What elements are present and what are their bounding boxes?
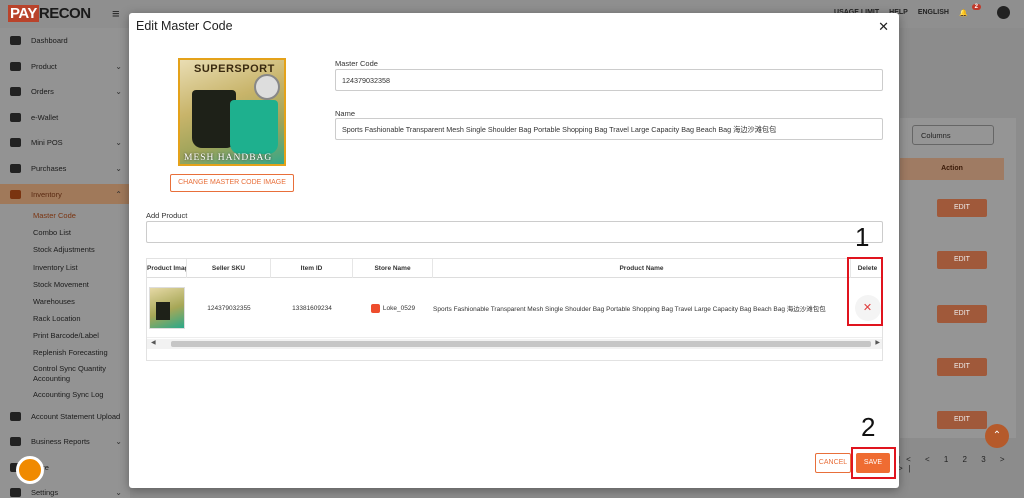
inventory-icon — [10, 189, 21, 199]
user-icon[interactable] — [997, 6, 1010, 19]
master-code-input[interactable]: 124379032358 — [335, 69, 883, 91]
dashboard-icon — [10, 35, 21, 45]
sidebar-sub-inventory-list[interactable]: Inventory List — [33, 263, 78, 272]
sidebar-item-account-statement[interactable]: Account Statement Upload — [0, 406, 130, 426]
sidebar-item-dashboard[interactable]: Dashboard — [0, 30, 130, 50]
row-product-image — [147, 278, 187, 338]
close-icon[interactable]: ✕ — [878, 19, 889, 35]
detail-circle — [254, 74, 280, 100]
sidebar-item-ewallet[interactable]: e-Wallet — [0, 107, 130, 127]
edit-button[interactable]: EDIT — [937, 305, 987, 323]
row-product-name: Sports Fashionable Transparent Mesh Sing… — [433, 306, 826, 313]
add-product-input[interactable] — [146, 221, 883, 243]
upload-icon — [10, 411, 21, 421]
columns-select[interactable]: Columns — [912, 125, 994, 145]
logo-pay: PAY — [8, 5, 39, 22]
sidebar-sub-master-code[interactable]: Master Code — [33, 211, 76, 220]
sidebar-item-mini-pos[interactable]: Mini POS ⌄ — [0, 132, 130, 152]
edit-button[interactable]: EDIT — [937, 358, 987, 376]
sidebar-item-inventory[interactable]: Inventory ⌃ — [0, 184, 130, 204]
master-code-label: Master Code — [335, 59, 378, 68]
sidebar-sub-print-barcode[interactable]: Print Barcode/Label — [33, 331, 99, 340]
horizontal-scrollbar[interactable]: ◀ ▶ — [147, 339, 882, 349]
chevron-up-icon: ⌃ — [115, 189, 122, 199]
col-seller-sku: Seller SKU — [187, 259, 271, 278]
sidebar-sub-stock-adjustments[interactable]: Stock Adjustments — [33, 245, 95, 254]
edit-button[interactable]: EDIT — [937, 251, 987, 269]
logo-recon: RECON — [38, 5, 91, 22]
logo[interactable]: PAY RECON — [8, 5, 91, 22]
notification-badge: 2 — [971, 3, 981, 10]
edit-master-code-modal: Edit Master Code ✕ SUPERSPORT MESH HANDB… — [129, 13, 899, 488]
scroll-left-icon[interactable]: ◀ — [151, 339, 156, 346]
scroll-right-icon[interactable]: ▶ — [875, 339, 880, 346]
sidebar-sub-combo-list[interactable]: Combo List — [33, 228, 71, 237]
chevron-down-icon: ⌄ — [115, 163, 122, 173]
messenger-icon[interactable] — [16, 456, 44, 484]
chevron-down-icon: ⌄ — [115, 487, 122, 497]
reports-icon — [10, 436, 21, 446]
language-select[interactable]: ENGLISH — [918, 9, 949, 16]
sidebar-item-product[interactable]: Product ⌄ — [0, 56, 130, 76]
orders-icon — [10, 86, 21, 96]
name-label: Name — [335, 109, 356, 118]
sidebar-sub-control-sync-quantity[interactable]: Control Sync Quantity — [33, 364, 106, 373]
edit-button[interactable]: EDIT — [937, 199, 987, 217]
col-store-name: Store Name — [353, 259, 433, 278]
sidebar-item-settings[interactable]: Settings ⌄ — [0, 482, 130, 498]
change-image-button[interactable]: CHANGE MASTER CODE IMAGE — [170, 174, 294, 192]
row-item-id: 13381609234 — [292, 304, 332, 312]
annotation-box-delete — [847, 257, 883, 326]
row-store-name: Loke_0529 — [353, 278, 433, 338]
hamburger-icon[interactable]: ≡ — [112, 6, 120, 21]
action-column-header: Action — [900, 158, 1004, 180]
table-row: 124379032355 13381609234 Loke_0529 Sport… — [147, 278, 882, 338]
pagination[interactable]: |< < 1 2 3 > >| — [898, 455, 1024, 473]
scrollbar-thumb[interactable] — [171, 341, 871, 347]
store-icon — [370, 303, 380, 313]
modal-title: Edit Master Code — [136, 19, 233, 33]
purchases-icon — [10, 163, 21, 173]
image-caption-text: MESH HANDBAG — [184, 153, 273, 163]
add-product-label: Add Product — [146, 211, 188, 220]
col-product-name: Product Name — [433, 259, 851, 278]
sidebar-item-purchases[interactable]: Purchases ⌄ — [0, 158, 130, 178]
sidebar-sub-warehouses[interactable]: Warehouses — [33, 297, 75, 306]
product-table: Product Image Seller SKU Item ID Store N… — [146, 258, 883, 361]
sidebar-sub-control-sync-quantity-2[interactable]: Accounting — [33, 374, 70, 383]
sidebar-sub-stock-movement[interactable]: Stock Movement — [33, 280, 89, 289]
chevron-down-icon: ⌄ — [115, 86, 122, 96]
edit-button[interactable]: EDIT — [937, 411, 987, 429]
sidebar-sub-accounting-sync-log[interactable]: Accounting Sync Log — [33, 390, 103, 399]
bag-green-shape — [230, 100, 278, 154]
sidebar-sub-rack-location[interactable]: Rack Location — [33, 314, 81, 323]
product-thumbnail — [149, 287, 185, 329]
annotation-box-save — [851, 447, 896, 479]
chevron-down-icon: ⌄ — [115, 436, 122, 446]
table-header: Product Image Seller SKU Item ID Store N… — [147, 259, 882, 278]
master-code-image: SUPERSPORT MESH HANDBAG — [178, 58, 286, 166]
sidebar-item-business-reports[interactable]: Business Reports ⌄ — [0, 431, 130, 451]
col-item-id: Item ID — [271, 259, 353, 278]
annotation-number-2: 2 — [861, 412, 876, 442]
sidebar-sub-replenish-forecasting[interactable]: Replenish Forecasting — [33, 348, 108, 357]
gear-icon — [10, 487, 21, 497]
image-brand-text: SUPERSPORT — [194, 63, 275, 75]
sidebar-item-orders[interactable]: Orders ⌄ — [0, 81, 130, 101]
row-seller-sku: 124379032355 — [207, 304, 251, 312]
name-input[interactable]: Sports Fashionable Transparent Mesh Sing… — [335, 118, 883, 140]
bell-icon[interactable]: 🔔 — [959, 9, 968, 17]
chevron-down-icon: ⌄ — [115, 61, 122, 71]
product-icon — [10, 61, 21, 71]
pos-icon — [10, 137, 21, 147]
wallet-icon — [10, 112, 21, 122]
annotation-number-1: 1 — [855, 222, 870, 252]
scroll-up-icon[interactable]: ⌃ — [985, 424, 1009, 448]
col-product-image: Product Image — [147, 259, 187, 278]
sidebar: Dashboard Product ⌄ Orders ⌄ e-Wallet Mini… — [0, 28, 130, 498]
chevron-down-icon: ⌄ — [115, 137, 122, 147]
cancel-button[interactable]: CANCEL — [815, 453, 851, 473]
